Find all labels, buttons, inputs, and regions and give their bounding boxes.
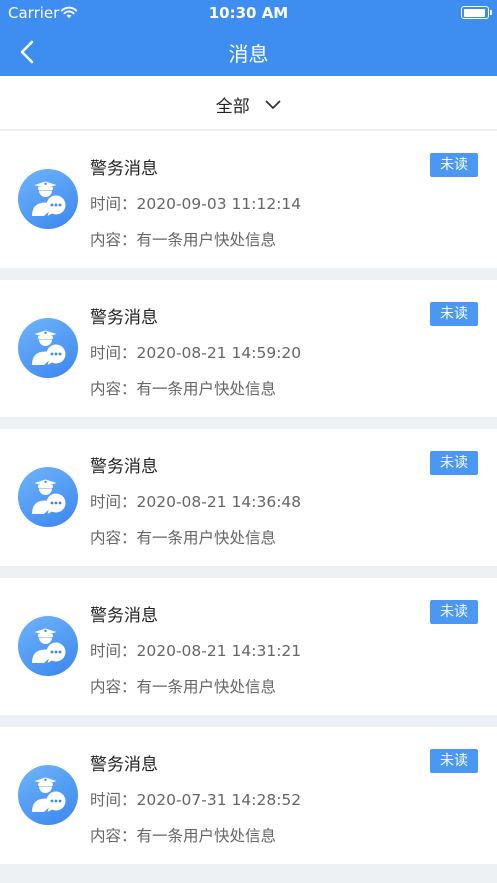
content-value: 有一条用户快处信息 <box>136 827 277 845</box>
message-card[interactable]: 警务消息 时间：2020-08-21 14:31:21 内容：有一条用户快处信息… <box>0 578 497 715</box>
unread-badge: 未读 <box>430 451 478 475</box>
message-content: 内容：有一条用户快处信息 <box>90 377 276 399</box>
nav-bar: 消息 <box>0 26 497 76</box>
time-label: 时间： <box>90 344 137 362</box>
message-card[interactable]: 警务消息 时间：2020-07-31 14:28:52 内容：有一条用户快处信息… <box>0 727 497 864</box>
police-message-icon <box>18 318 78 378</box>
content-value: 有一条用户快处信息 <box>136 678 277 696</box>
message-title: 警务消息 <box>90 606 158 626</box>
time-value: 2020-08-21 14:59:20 <box>136 344 302 362</box>
status-bar: Carrier 10:30 AM <box>0 0 497 26</box>
unread-badge: 未读 <box>430 302 478 326</box>
battery-icon <box>461 6 492 19</box>
message-time: 时间：2020-09-03 11:12:14 <box>90 192 301 214</box>
police-message-icon <box>18 169 78 229</box>
page-title: 消息 <box>228 42 269 66</box>
message-content: 内容：有一条用户快处信息 <box>90 526 276 548</box>
message-title: 警务消息 <box>90 457 158 477</box>
message-title: 警务消息 <box>90 308 158 328</box>
message-time: 时间：2020-08-21 14:31:21 <box>90 639 301 661</box>
time-value: 2020-09-03 11:12:14 <box>136 195 302 213</box>
content-value: 有一条用户快处信息 <box>136 231 277 249</box>
content-label: 内容： <box>90 827 137 845</box>
unread-badge: 未读 <box>430 153 478 177</box>
police-message-icon <box>18 616 78 676</box>
content-value: 有一条用户快处信息 <box>136 529 277 547</box>
unread-badge: 未读 <box>430 749 478 773</box>
message-title: 警务消息 <box>90 159 158 179</box>
time-value: 2020-07-31 14:28:52 <box>136 791 302 809</box>
message-card[interactable]: 警务消息 时间：2020-08-21 14:36:48 内容：有一条用户快处信息… <box>0 429 497 566</box>
message-card[interactable]: 警务消息 时间：2020-08-21 14:59:20 内容：有一条用户快处信息… <box>0 280 497 417</box>
time-label: 时间： <box>90 195 137 213</box>
police-message-icon <box>18 765 78 825</box>
filter-dropdown[interactable]: 全部 <box>0 76 497 130</box>
message-title: 警务消息 <box>90 755 158 775</box>
time-value: 2020-08-21 14:36:48 <box>136 493 302 511</box>
message-time: 时间：2020-07-31 14:28:52 <box>90 788 301 810</box>
time-label: 时间： <box>90 493 137 511</box>
time-label: 时间： <box>90 642 137 660</box>
filter-label: 全部 <box>215 97 250 117</box>
content-label: 内容： <box>90 678 137 696</box>
message-content: 内容：有一条用户快处信息 <box>90 675 276 697</box>
chevron-down-icon <box>265 100 281 109</box>
message-time: 时间：2020-08-21 14:36:48 <box>90 490 301 512</box>
message-list: 警务消息 时间：2020-09-03 11:12:14 内容：有一条用户快处信息… <box>0 131 497 876</box>
content-label: 内容： <box>90 380 137 398</box>
police-message-icon <box>18 467 78 527</box>
message-content: 内容：有一条用户快处信息 <box>90 824 276 846</box>
message-time: 时间：2020-08-21 14:59:20 <box>90 341 301 363</box>
content-label: 内容： <box>90 529 137 547</box>
status-time: 10:30 AM <box>208 4 289 22</box>
content-label: 内容： <box>90 231 137 249</box>
time-label: 时间： <box>90 791 137 809</box>
content-value: 有一条用户快处信息 <box>136 380 277 398</box>
unread-badge: 未读 <box>430 600 478 624</box>
time-value: 2020-08-21 14:31:21 <box>136 642 302 660</box>
message-card[interactable]: 警务消息 时间：2020-09-03 11:12:14 内容：有一条用户快处信息… <box>0 131 497 268</box>
message-content: 内容：有一条用户快处信息 <box>90 228 276 250</box>
